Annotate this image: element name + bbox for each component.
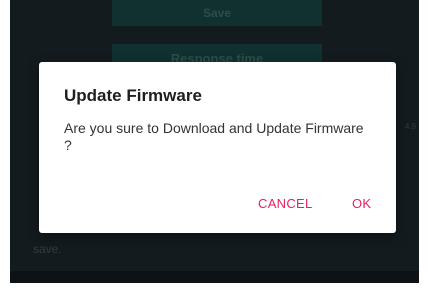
update-firmware-dialog: Update Firmware Are you sure to Download… [39,62,396,233]
dialog-title: Update Firmware [64,86,202,105]
dialog-message: Are you sure to Download and Update Firm… [64,120,364,153]
cancel-button[interactable]: CANCEL [256,192,315,215]
ok-button[interactable]: OK [350,192,373,215]
app-screen: Save Response time 4.9 save. Update Firm… [10,0,419,283]
